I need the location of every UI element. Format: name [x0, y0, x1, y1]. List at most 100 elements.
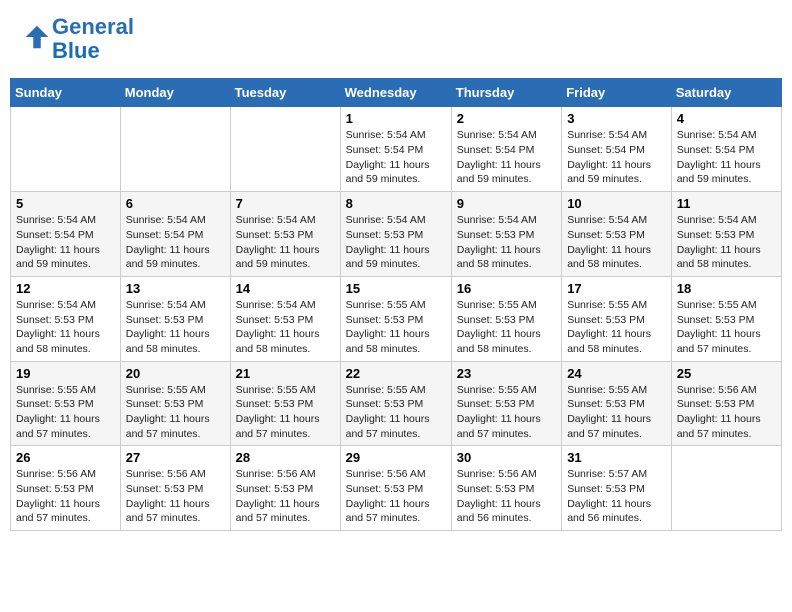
day-info: Sunrise: 5:56 AMSunset: 5:53 PMDaylight:…: [346, 467, 446, 526]
calendar-cell: 9 Sunrise: 5:54 AMSunset: 5:53 PMDaylight…: [451, 192, 561, 277]
calendar-cell: 7Sunrise: 5:54 AMSunset: 5:53 PMDaylight…: [230, 192, 340, 277]
day-number: 5: [16, 196, 115, 211]
calendar-cell: 12Sunrise: 5:54 AMSunset: 5:53 PMDayligh…: [11, 276, 121, 361]
day-info: Sunrise: 5:54 AMSunset: 5:53 PMDaylight:…: [677, 213, 776, 272]
day-info: Sunrise: 5:54 AMSunset: 5:53 PMDaylight:…: [567, 213, 666, 272]
weekday-header: Monday: [120, 79, 230, 107]
page-header: General Blue: [10, 10, 782, 68]
day-info: Sunrise: 5:54 AMSunset: 5:54 PMDaylight:…: [567, 128, 666, 187]
weekday-header: Friday: [562, 79, 672, 107]
day-info: Sunrise: 5:54 AMSunset: 5:53 PMDaylight:…: [457, 213, 556, 272]
day-info: Sunrise: 5:56 AMSunset: 5:53 PMDaylight:…: [457, 467, 556, 526]
calendar-cell: 6 Sunrise: 5:54 AMSunset: 5:54 PMDaylight…: [120, 192, 230, 277]
day-number: 13: [126, 281, 225, 296]
day-number: 21: [236, 366, 335, 381]
day-info: Sunrise: 5:54 AMSunset: 5:53 PMDaylight:…: [236, 298, 335, 357]
calendar-cell: 3 Sunrise: 5:54 AMSunset: 5:54 PMDaylight…: [562, 107, 672, 192]
day-number: 8: [346, 196, 446, 211]
day-number: 19: [16, 366, 115, 381]
weekday-header: Sunday: [11, 79, 121, 107]
day-info: Sunrise: 5:55 AMSunset: 5:53 PMDaylight:…: [346, 383, 446, 442]
day-number: 14: [236, 281, 335, 296]
day-number: 10: [567, 196, 666, 211]
calendar-cell: 24 Sunrise: 5:55 AMSunset: 5:53 PMDayligh…: [562, 361, 672, 446]
day-info: Sunrise: 5:54 AMSunset: 5:53 PMDaylight:…: [126, 298, 225, 357]
day-info: Sunrise: 5:56 AMSunset: 5:53 PMDaylight:…: [126, 467, 225, 526]
calendar-cell: 31Sunrise: 5:57 AMSunset: 5:53 PMDayligh…: [562, 446, 672, 531]
day-info: Sunrise: 5:56 AMSunset: 5:53 PMDaylight:…: [677, 383, 776, 442]
day-info: Sunrise: 5:54 AMSunset: 5:54 PMDaylight:…: [677, 128, 776, 187]
calendar-cell: [230, 107, 340, 192]
day-number: 9: [457, 196, 556, 211]
day-number: 26: [16, 450, 115, 465]
day-info: Sunrise: 5:55 AMSunset: 5:53 PMDaylight:…: [457, 298, 556, 357]
weekday-header: Wednesday: [340, 79, 451, 107]
calendar-cell: 27 Sunrise: 5:56 AMSunset: 5:53 PMDayligh…: [120, 446, 230, 531]
calendar-cell: 1Sunrise: 5:54 AMSunset: 5:54 PMDaylight…: [340, 107, 451, 192]
logo-text: General Blue: [52, 15, 134, 63]
weekday-header: Thursday: [451, 79, 561, 107]
day-info: Sunrise: 5:56 AMSunset: 5:53 PMDaylight:…: [16, 467, 115, 526]
day-info: Sunrise: 5:54 AMSunset: 5:54 PMDaylight:…: [126, 213, 225, 272]
calendar-cell: 26 Sunrise: 5:56 AMSunset: 5:53 PMDayligh…: [11, 446, 121, 531]
logo: General Blue: [20, 15, 134, 63]
day-number: 24: [567, 366, 666, 381]
day-number: 23: [457, 366, 556, 381]
day-number: 3: [567, 111, 666, 126]
day-number: 6: [126, 196, 225, 211]
day-info: Sunrise: 5:57 AMSunset: 5:53 PMDaylight:…: [567, 467, 666, 526]
calendar-week-row: 12 Sunrise: 5:54 AMSunset: 5:53 PMDayligh…: [11, 276, 782, 361]
calendar-cell: 18 Sunrise: 5:55 AMSunset: 5:53 PMDayligh…: [671, 276, 781, 361]
calendar-cell: 2Sunrise: 5:54 AMSunset: 5:54 PMDaylight…: [451, 107, 561, 192]
day-number: 11: [677, 196, 776, 211]
weekday-header: Tuesday: [230, 79, 340, 107]
day-number: 17: [567, 281, 666, 296]
calendar-week-row: 19 Sunrise: 5:55 AMSunset: 5:53 PMDayligh…: [11, 361, 782, 446]
calendar-cell: 29 Sunrise: 5:56 AMSunset: 5:53 PMDayligh…: [340, 446, 451, 531]
calendar-week-row: 26 Sunrise: 5:56 AMSunset: 5:53 PMDayligh…: [11, 446, 782, 531]
calendar-header-row: SundayMondayTuesdayWednesdayThursdayFrid…: [11, 79, 782, 107]
day-info: Sunrise: 5:56 AMSunset: 5:53 PMDaylight:…: [236, 467, 335, 526]
calendar-cell: 21 Sunrise: 5:55 AMSunset: 5:53 PMDayligh…: [230, 361, 340, 446]
calendar-cell: 28 Sunrise: 5:56 AMSunset: 5:53 PMDayligh…: [230, 446, 340, 531]
day-info: Sunrise: 5:55 AMSunset: 5:53 PMDaylight:…: [677, 298, 776, 357]
calendar-cell: [120, 107, 230, 192]
calendar-cell: 8Sunrise: 5:54 AMSunset: 5:53 PMDaylight…: [340, 192, 451, 277]
calendar-cell: 23 Sunrise: 5:55 AMSunset: 5:53 PMDayligh…: [451, 361, 561, 446]
day-number: 7: [236, 196, 335, 211]
day-info: Sunrise: 5:54 AMSunset: 5:54 PMDaylight:…: [346, 128, 446, 187]
day-number: 20: [126, 366, 225, 381]
day-number: 12: [16, 281, 115, 296]
day-info: Sunrise: 5:55 AMSunset: 5:53 PMDaylight:…: [346, 298, 446, 357]
day-number: 18: [677, 281, 776, 296]
day-info: Sunrise: 5:54 AMSunset: 5:54 PMDaylight:…: [457, 128, 556, 187]
day-number: 25: [677, 366, 776, 381]
calendar-cell: 25 Sunrise: 5:56 AMSunset: 5:53 PMDayligh…: [671, 361, 781, 446]
calendar-cell: 13 Sunrise: 5:54 AMSunset: 5:53 PMDayligh…: [120, 276, 230, 361]
day-number: 15: [346, 281, 446, 296]
calendar-cell: 11 Sunrise: 5:54 AMSunset: 5:53 PMDayligh…: [671, 192, 781, 277]
calendar-cell: 15 Sunrise: 5:55 AMSunset: 5:53 PMDayligh…: [340, 276, 451, 361]
calendar-cell: 14 Sunrise: 5:54 AMSunset: 5:53 PMDayligh…: [230, 276, 340, 361]
calendar-cell: 4Sunrise: 5:54 AMSunset: 5:54 PMDaylight…: [671, 107, 781, 192]
day-number: 16: [457, 281, 556, 296]
calendar-cell: 30Sunrise: 5:56 AMSunset: 5:53 PMDayligh…: [451, 446, 561, 531]
calendar-table: SundayMondayTuesdayWednesdayThursdayFrid…: [10, 78, 782, 531]
calendar-cell: 16 Sunrise: 5:55 AMSunset: 5:53 PMDayligh…: [451, 276, 561, 361]
day-number: 29: [346, 450, 446, 465]
day-info: Sunrise: 5:55 AMSunset: 5:53 PMDaylight:…: [236, 383, 335, 442]
weekday-header: Saturday: [671, 79, 781, 107]
day-number: 28: [236, 450, 335, 465]
day-info: Sunrise: 5:55 AMSunset: 5:53 PMDaylight:…: [457, 383, 556, 442]
day-info: Sunrise: 5:55 AMSunset: 5:53 PMDaylight:…: [567, 383, 666, 442]
day-info: Sunrise: 5:54 AMSunset: 5:54 PMDaylight:…: [16, 213, 115, 272]
calendar-cell: 22 Sunrise: 5:55 AMSunset: 5:53 PMDayligh…: [340, 361, 451, 446]
day-number: 22: [346, 366, 446, 381]
day-number: 27: [126, 450, 225, 465]
day-info: Sunrise: 5:55 AMSunset: 5:53 PMDaylight:…: [126, 383, 225, 442]
calendar-week-row: 1Sunrise: 5:54 AMSunset: 5:54 PMDaylight…: [11, 107, 782, 192]
logo-icon: [22, 22, 52, 52]
calendar-cell: [671, 446, 781, 531]
calendar-cell: [11, 107, 121, 192]
day-info: Sunrise: 5:55 AMSunset: 5:53 PMDaylight:…: [567, 298, 666, 357]
